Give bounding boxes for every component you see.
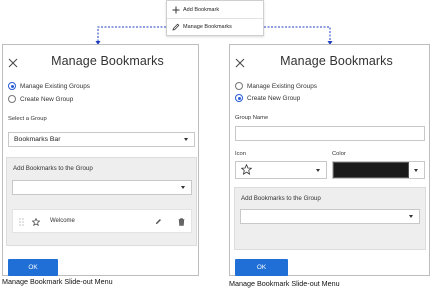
radio-manage-existing-groups[interactable]: Manage Existing Groups [8, 82, 90, 90]
icon-label: Icon [235, 151, 246, 157]
radio-button-checked[interactable] [235, 94, 243, 102]
drag-handle-icon[interactable] [19, 218, 24, 228]
radio-button[interactable] [235, 82, 243, 90]
manage-bookmarks-panel-create: Manage Bookmarks Manage Existing Groups … [229, 44, 430, 276]
chevron-down-icon [316, 169, 320, 172]
add-bookmark-menu-item[interactable]: Add Bookmark [167, 1, 263, 18]
ok-button[interactable]: OK [8, 259, 58, 276]
group-name-label: Group Name [235, 115, 269, 121]
add-bookmark-label: Add Bookmark [183, 6, 220, 13]
group-select[interactable]: Bookmarks Bar [8, 132, 195, 147]
radio-manage-existing-groups[interactable]: Manage Existing Groups [235, 82, 317, 90]
bookmark-name: Welcome [50, 218, 75, 224]
panel-header: Manage Bookmarks [3, 45, 198, 75]
add-bookmarks-group: Add Bookmarks to the Group Welcome [6, 157, 197, 246]
manage-bookmarks-panel-existing: Manage Bookmarks Manage Existing Groups … [2, 44, 199, 276]
plus-icon [171, 5, 180, 14]
edit-icon[interactable] [155, 218, 162, 227]
right-caption: Manage Bookmark Slide-out Menu [229, 279, 340, 288]
group-select-value: Bookmarks Bar [14, 136, 61, 143]
radio-manage-label: Manage Existing Groups [247, 82, 317, 90]
chevron-down-icon [409, 215, 413, 218]
add-bookmarks-group: Add Bookmarks to the Group [234, 187, 426, 250]
group-name-input[interactable] [235, 126, 425, 141]
left-caption: Manage Bookmark Slide-out Menu [2, 277, 113, 286]
icon-select[interactable] [235, 161, 327, 179]
chevron-down-icon [184, 138, 188, 141]
panel-header: Manage Bookmarks [230, 45, 429, 75]
radio-create-new-group[interactable]: Create New Group [235, 94, 300, 102]
radio-manage-label: Manage Existing Groups [20, 82, 90, 90]
color-select[interactable] [332, 161, 425, 179]
add-bookmark-select[interactable] [240, 209, 420, 224]
add-bookmark-select[interactable] [12, 180, 192, 195]
radio-button[interactable] [8, 95, 16, 103]
panel-title: Manage Bookmarks [280, 54, 393, 68]
select-group-label: Select a Group [8, 116, 47, 122]
add-bookmarks-label: Add Bookmarks to the Group [13, 165, 93, 172]
radio-create-new-group[interactable]: Create New Group [8, 95, 73, 103]
radio-button-checked[interactable] [8, 82, 16, 90]
bookmark-menu: Add Bookmark Manage Bookmarks [166, 0, 264, 36]
manage-bookmarks-menu-item[interactable]: Manage Bookmarks [167, 18, 263, 35]
star-icon [240, 163, 253, 177]
radio-create-label: Create New Group [20, 95, 74, 103]
pencil-icon [171, 23, 180, 32]
add-bookmarks-label: Add Bookmarks to the Group [241, 195, 321, 202]
ok-button[interactable]: OK [235, 259, 288, 276]
bookmark-list-item[interactable]: Welcome [12, 209, 192, 233]
star-icon [31, 217, 41, 228]
manage-bookmarks-label: Manage Bookmarks [183, 24, 232, 30]
panel-title: Manage Bookmarks [51, 54, 164, 68]
color-swatch [333, 162, 409, 178]
chevron-down-icon [414, 169, 418, 172]
chevron-down-icon [181, 186, 185, 189]
color-label: Color [332, 151, 346, 157]
trash-icon[interactable] [178, 218, 185, 228]
radio-create-label: Create New Group [247, 94, 301, 102]
